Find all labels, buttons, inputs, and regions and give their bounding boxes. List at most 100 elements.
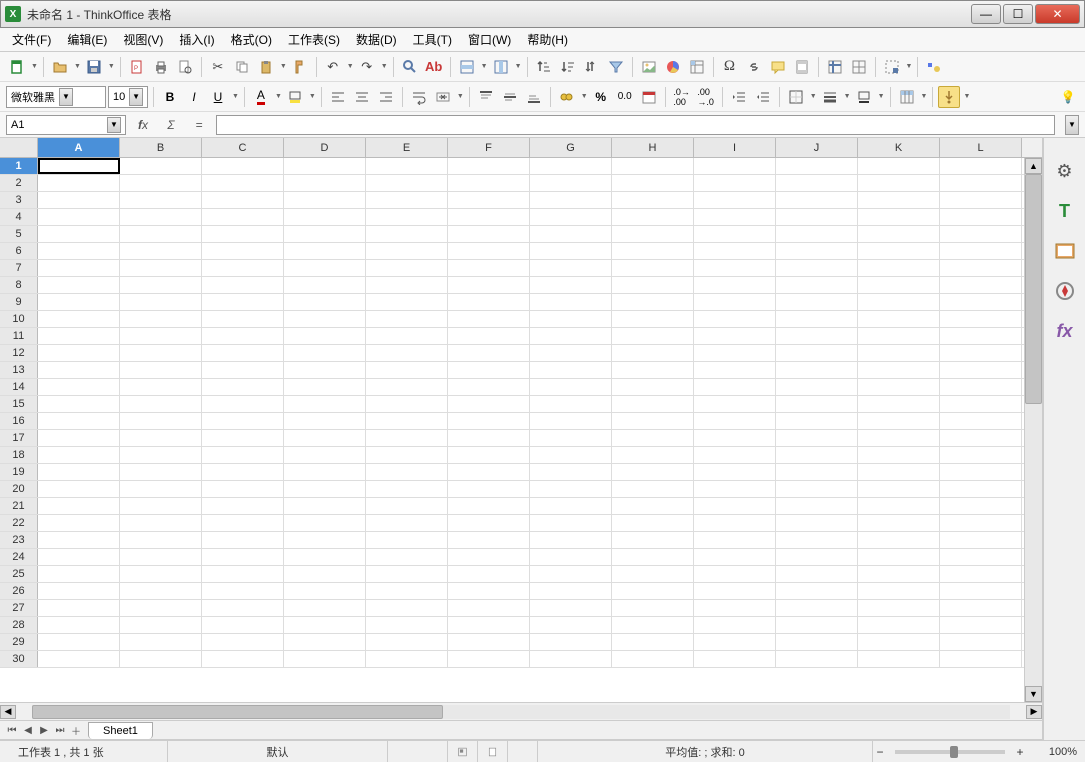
vertical-scrollbar[interactable]: ▲ ▼	[1024, 158, 1042, 702]
column-header-A[interactable]: A	[38, 138, 120, 157]
cell-I26[interactable]	[694, 583, 776, 599]
format-paintbrush-button[interactable]	[289, 56, 311, 78]
status-calc-info[interactable]: 平均值: ; 求和: 0	[538, 741, 873, 762]
cell-D22[interactable]	[284, 515, 366, 531]
date-format-button[interactable]	[638, 86, 660, 108]
row-header-19[interactable]: 19	[0, 464, 38, 480]
cell-H15[interactable]	[612, 396, 694, 412]
cell-C26[interactable]	[202, 583, 284, 599]
column-header-H[interactable]: H	[612, 138, 694, 157]
cell-F16[interactable]	[448, 413, 530, 429]
status-insert-mode[interactable]	[388, 741, 448, 762]
cell-A18[interactable]	[38, 447, 120, 463]
copy-button[interactable]	[231, 56, 253, 78]
cell-K29[interactable]	[858, 634, 940, 650]
cell-K19[interactable]	[858, 464, 940, 480]
cell-F15[interactable]	[448, 396, 530, 412]
currency-dropdown-icon[interactable]: ▼	[581, 93, 588, 100]
cell-I25[interactable]	[694, 566, 776, 582]
cell-L13[interactable]	[940, 362, 1022, 378]
cell-J27[interactable]	[776, 600, 858, 616]
cell-A9[interactable]	[38, 294, 120, 310]
cell-F4[interactable]	[448, 209, 530, 225]
column-header-D[interactable]: D	[284, 138, 366, 157]
paste-button[interactable]	[255, 56, 277, 78]
cell-D18[interactable]	[284, 447, 366, 463]
cell-H28[interactable]	[612, 617, 694, 633]
special-char-button[interactable]: Ω	[719, 56, 741, 78]
formula-input[interactable]	[216, 115, 1055, 135]
cell-I9[interactable]	[694, 294, 776, 310]
cell-H21[interactable]	[612, 498, 694, 514]
cell-B15[interactable]	[120, 396, 202, 412]
cell-F30[interactable]	[448, 651, 530, 667]
cell-D28[interactable]	[284, 617, 366, 633]
cell-E19[interactable]	[366, 464, 448, 480]
cell-L29[interactable]	[940, 634, 1022, 650]
cell-D25[interactable]	[284, 566, 366, 582]
cell-G20[interactable]	[530, 481, 612, 497]
scroll-right-button[interactable]: ▶	[1026, 705, 1042, 719]
autoformat-button[interactable]	[896, 86, 918, 108]
minimize-button[interactable]: —	[971, 4, 1001, 24]
open-button[interactable]	[49, 56, 71, 78]
cell-K2[interactable]	[858, 175, 940, 191]
menu-view[interactable]: 视图(V)	[117, 29, 169, 50]
cell-K9[interactable]	[858, 294, 940, 310]
cell-E23[interactable]	[366, 532, 448, 548]
cell-H17[interactable]	[612, 430, 694, 446]
cell-A28[interactable]	[38, 617, 120, 633]
cell-B26[interactable]	[120, 583, 202, 599]
conditional-dropdown-icon[interactable]: ▼	[963, 93, 970, 100]
row-header-13[interactable]: 13	[0, 362, 38, 378]
cell-G17[interactable]	[530, 430, 612, 446]
cell-K6[interactable]	[858, 243, 940, 259]
cell-E5[interactable]	[366, 226, 448, 242]
cell-H27[interactable]	[612, 600, 694, 616]
cell-J20[interactable]	[776, 481, 858, 497]
cell-D30[interactable]	[284, 651, 366, 667]
cell-K20[interactable]	[858, 481, 940, 497]
cell-D20[interactable]	[284, 481, 366, 497]
cell-I28[interactable]	[694, 617, 776, 633]
cell-H30[interactable]	[612, 651, 694, 667]
merge-dropdown-icon[interactable]: ▼	[457, 93, 464, 100]
menu-format[interactable]: 格式(O)	[225, 29, 278, 50]
cell-G2[interactable]	[530, 175, 612, 191]
cell-E11[interactable]	[366, 328, 448, 344]
cell-I27[interactable]	[694, 600, 776, 616]
cell-B8[interactable]	[120, 277, 202, 293]
font-color-button[interactable]: A	[250, 86, 272, 108]
row-header-11[interactable]: 11	[0, 328, 38, 344]
cell-C25[interactable]	[202, 566, 284, 582]
cell-D13[interactable]	[284, 362, 366, 378]
row-header-4[interactable]: 4	[0, 209, 38, 225]
scroll-down-button[interactable]: ▼	[1025, 686, 1042, 702]
cell-G28[interactable]	[530, 617, 612, 633]
cell-B30[interactable]	[120, 651, 202, 667]
cell-A17[interactable]	[38, 430, 120, 446]
cell-G21[interactable]	[530, 498, 612, 514]
row-header-23[interactable]: 23	[0, 532, 38, 548]
font-size-combo[interactable]: 10 ▼	[108, 86, 148, 108]
h-scroll-thumb[interactable]	[32, 705, 443, 719]
formula-expand-icon[interactable]: ▼	[1065, 115, 1079, 135]
cell-B23[interactable]	[120, 532, 202, 548]
cell-F12[interactable]	[448, 345, 530, 361]
font-size-dropdown-icon[interactable]: ▼	[129, 88, 143, 106]
cell-I19[interactable]	[694, 464, 776, 480]
cell-C1[interactable]	[202, 158, 284, 174]
row-header-3[interactable]: 3	[0, 192, 38, 208]
borders-dropdown-icon[interactable]: ▼	[810, 93, 817, 100]
cell-A27[interactable]	[38, 600, 120, 616]
cell-K24[interactable]	[858, 549, 940, 565]
number-format-button[interactable]: 0.0	[614, 86, 636, 108]
merge-cells-button[interactable]	[432, 86, 454, 108]
cell-D19[interactable]	[284, 464, 366, 480]
cell-E9[interactable]	[366, 294, 448, 310]
row-header-14[interactable]: 14	[0, 379, 38, 395]
cell-G26[interactable]	[530, 583, 612, 599]
cell-E21[interactable]	[366, 498, 448, 514]
cell-I21[interactable]	[694, 498, 776, 514]
cell-L2[interactable]	[940, 175, 1022, 191]
